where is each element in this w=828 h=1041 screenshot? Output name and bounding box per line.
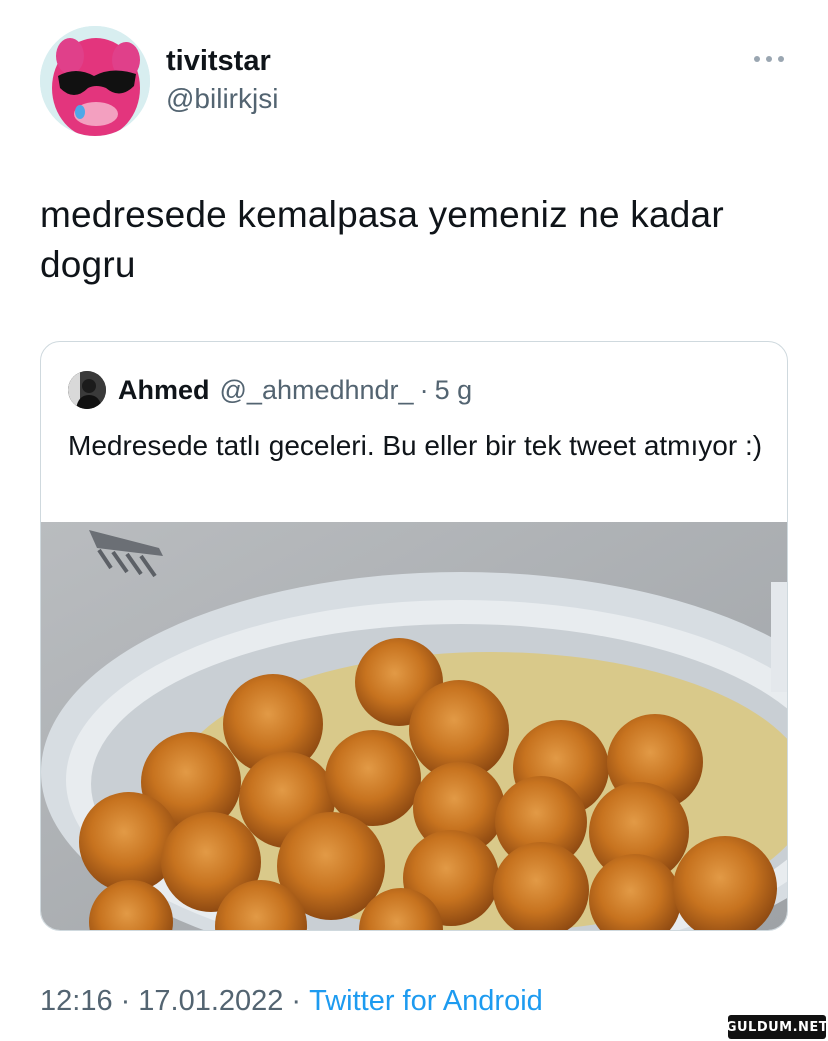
quoted-user-handle: @_ahmedhndr_ — [219, 374, 414, 405]
quoted-tweet-card[interactable]: Ahmed @_ahmedhndr_ · 5 g Medresede tatlı… — [40, 341, 788, 931]
quoted-tweet-header: Ahmed @_ahmedhndr_ · 5 g — [68, 371, 472, 409]
user-avatar[interactable] — [40, 26, 150, 136]
avatar-image — [40, 26, 150, 136]
display-name[interactable]: tivitstar — [166, 43, 278, 79]
quoted-avatar-image — [68, 371, 106, 409]
footer-separator: · — [291, 985, 302, 1017]
quoted-separator: · — [419, 374, 429, 405]
quoted-user-avatar — [68, 371, 106, 409]
more-dot — [754, 56, 760, 62]
dessert-plate-photo — [41, 522, 787, 930]
site-watermark: GULDUM.NET — [725, 1015, 828, 1039]
more-horizontal-icon[interactable] — [754, 54, 784, 64]
quoted-time: 5 g — [434, 374, 473, 405]
tweet-text: medresede kemalpasa yemeniz ne kadar dog… — [40, 194, 724, 285]
user-name-block: tivitstar @bilirkjsi — [166, 43, 278, 117]
tweet-footer: 12:16 · 17.01.2022 · Twitter for Android — [40, 981, 543, 1021]
tweet-time[interactable]: 12:16 — [40, 985, 113, 1017]
user-handle[interactable]: @bilirkjsi — [166, 81, 278, 117]
more-dot — [766, 56, 772, 62]
more-dot — [778, 56, 784, 62]
watermark-text: GULDUM.NET — [725, 1019, 828, 1035]
quoted-display-name: Ahmed — [118, 374, 210, 405]
tweet-source-link[interactable]: Twitter for Android — [309, 985, 543, 1017]
quoted-tweet-photo[interactable] — [41, 522, 787, 930]
tweet-date[interactable]: 17.01.2022 — [138, 985, 283, 1017]
tweet-header: tivitstar @bilirkjsi — [40, 26, 788, 136]
quoted-tweet-text: Medresede tatlı geceleri. Bu eller bir t… — [68, 430, 763, 461]
footer-separator: · — [120, 985, 131, 1017]
